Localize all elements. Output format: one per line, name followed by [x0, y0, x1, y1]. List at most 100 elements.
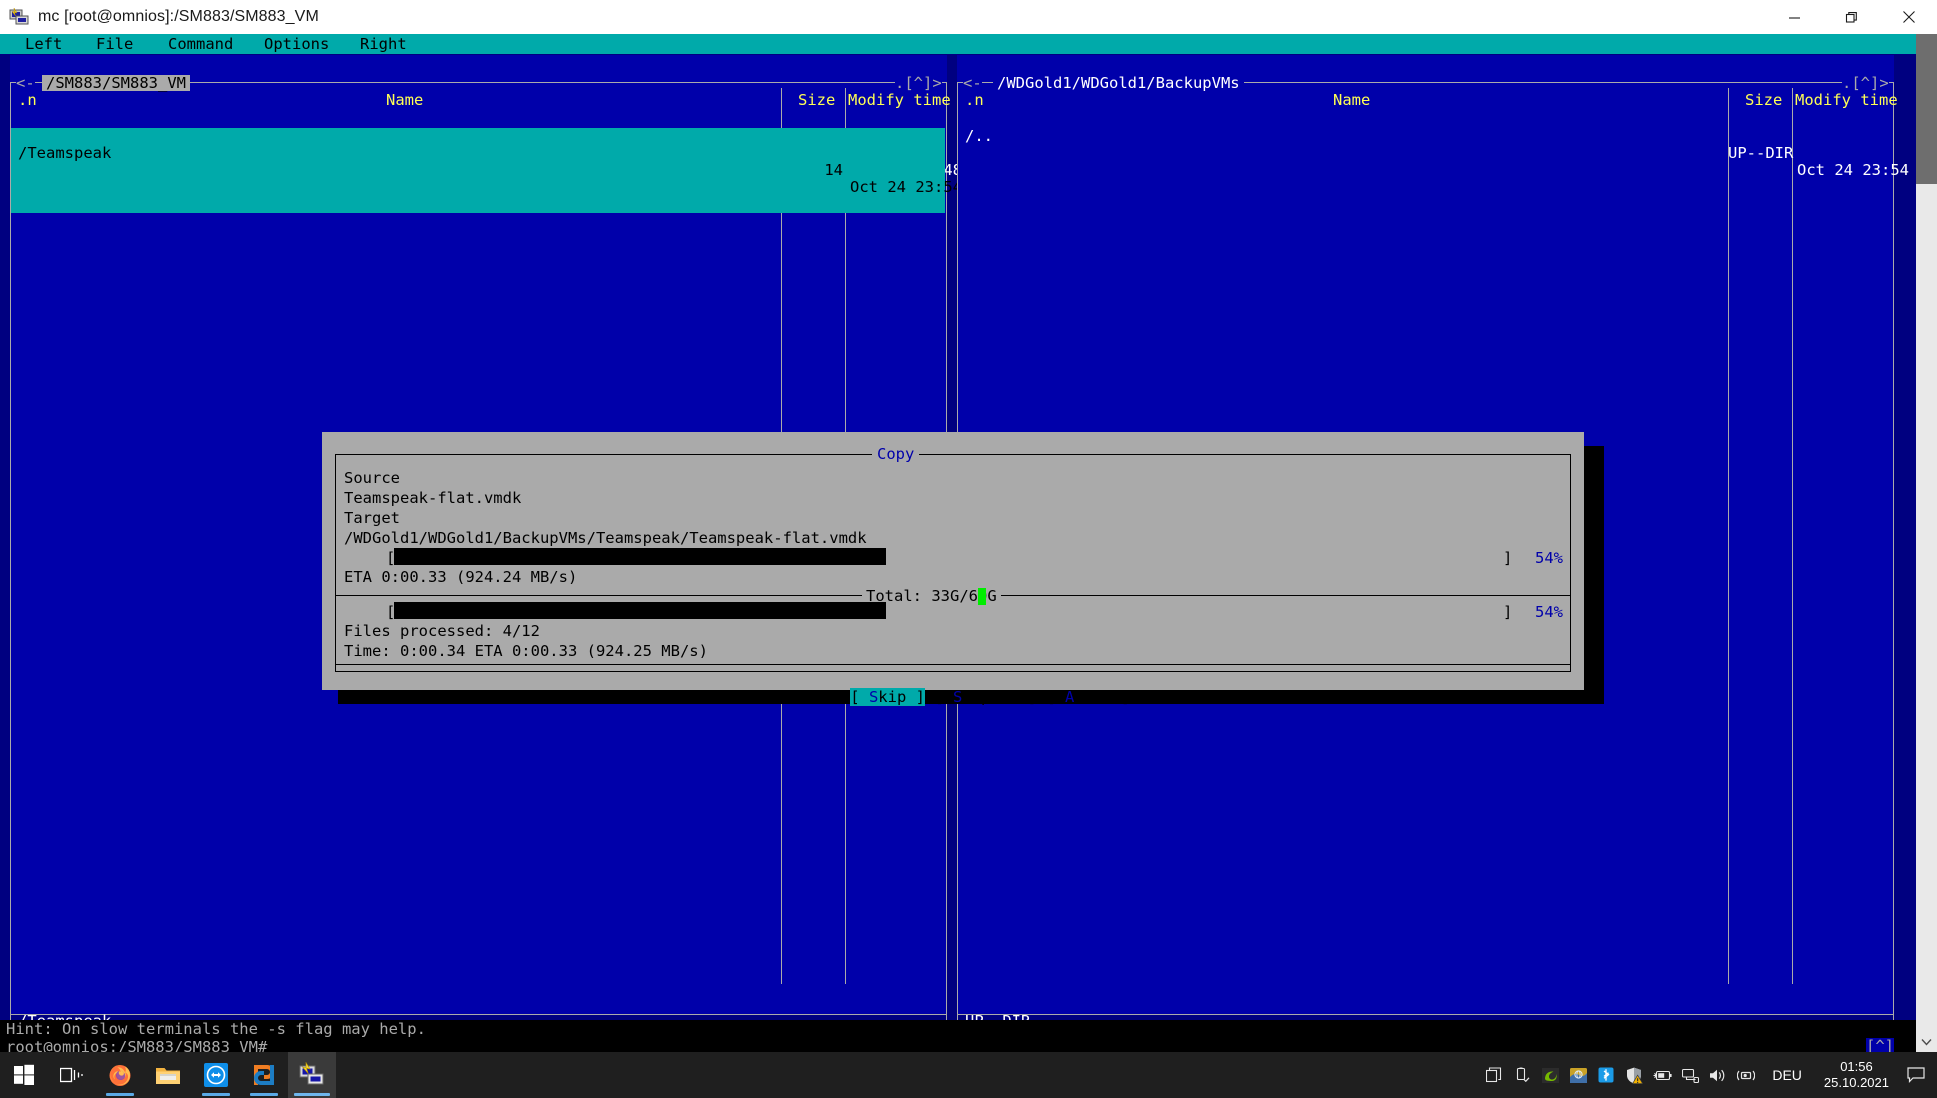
right-col-sort-char[interactable]: .n	[965, 92, 984, 108]
minimize-icon[interactable]	[1766, 0, 1823, 34]
suspend-open: [	[934, 688, 953, 706]
file-progress-fill	[394, 548, 886, 565]
right-panel-sort-indicator[interactable]: <-	[963, 75, 982, 91]
restore-icon[interactable]	[1823, 0, 1880, 34]
clock-date: 25.10.2021	[1823, 1075, 1889, 1090]
left-panel-border-bottom	[10, 1014, 947, 1015]
dialog-title: Copy	[872, 446, 920, 462]
menu-item-options[interactable]: Options	[264, 34, 329, 54]
right-sep-2	[1792, 88, 1793, 984]
menu-item-left[interactable]: Left	[25, 34, 62, 54]
volume-icon[interactable]	[1704, 1052, 1732, 1098]
dialog-button-row: [ Skip ] [ Suspend ] [ Abort ]	[322, 672, 1584, 723]
scrollbar-thumb[interactable]	[1916, 34, 1937, 184]
vmware-icon[interactable]	[240, 1052, 288, 1098]
terminal-black-strip	[0, 1038, 1916, 1052]
total-progress-fill	[394, 602, 886, 619]
network-app-icon[interactable]	[1564, 1052, 1592, 1098]
abort-close: ]	[1111, 688, 1131, 706]
skip-open: [	[850, 688, 869, 706]
right-panel-corner-widget[interactable]: .[^]>	[1842, 75, 1889, 91]
window-scrollbar[interactable]	[1916, 34, 1937, 1052]
putty-icon[interactable]	[288, 1052, 336, 1098]
copy-dialog[interactable]: Copy Source Teamspeak-flat.vmdk Target /…	[322, 432, 1584, 706]
source-label: Source	[344, 469, 400, 487]
mc-menubar: Left File Command Options Right	[0, 34, 1916, 54]
left-panel-sort-indicator[interactable]: <-	[16, 75, 35, 91]
left-panel-path[interactable]: /SM883/SM883_VM	[42, 75, 190, 91]
total-progress-marker	[978, 588, 986, 605]
right-col-size[interactable]: Size	[1745, 92, 1782, 108]
skip-rest: kip	[878, 688, 907, 706]
target-value: /WDGold1/WDGold1/BackupVMs/Teamspeak/Tea…	[344, 529, 867, 547]
right-col-mtime[interactable]: Modify time	[1795, 92, 1898, 108]
abort-rest: bort	[1074, 688, 1112, 706]
bluetooth-icon[interactable]	[1592, 1052, 1620, 1098]
windows-defender-warning-icon[interactable]	[1620, 1052, 1648, 1098]
suspend-close: ]	[1018, 688, 1037, 706]
terminal-corner-widget[interactable]: [^]	[1866, 1038, 1894, 1052]
show-hidden-icons-icon[interactable]	[1480, 1052, 1508, 1098]
action-center-icon[interactable]	[1899, 1052, 1933, 1098]
task-view-icon[interactable]	[48, 1052, 96, 1098]
menu-item-command[interactable]: Command	[168, 34, 233, 54]
window-title: mc [root@omnios]:/SM883/SM883_VM	[38, 8, 319, 25]
left-panel-border-left	[10, 82, 11, 1015]
putty-icon	[9, 7, 29, 27]
left-col-size[interactable]: Size	[798, 92, 835, 108]
power-battery-icon[interactable]	[1648, 1052, 1676, 1098]
source-value: Teamspeak-flat.vmdk	[344, 489, 522, 507]
close-icon[interactable]	[1880, 0, 1937, 34]
abort-hotkey: A	[1065, 688, 1075, 706]
total-progress-close-bracket: ]	[1503, 603, 1513, 621]
left-col-mtime[interactable]: Modify time	[848, 92, 951, 108]
file-mtime: Oct 24 23:54	[850, 178, 962, 196]
file-progress-close-bracket: ]	[1503, 549, 1513, 567]
shell-prompt[interactable]: root@omnios:/SM883/SM883_VM#	[6, 1039, 268, 1052]
mc-hint: Hint: On slow terminals the -s flag may …	[6, 1020, 426, 1038]
skip-hotkey: S	[868, 688, 879, 706]
left-col-name[interactable]: Name	[386, 92, 423, 108]
left-panel-corner-widget[interactable]: .[^]>	[895, 75, 942, 91]
skip-button[interactable]: [ Skip ]	[850, 688, 925, 706]
firefox-icon[interactable]	[96, 1052, 144, 1098]
suspend-rest: uspend	[962, 688, 1019, 706]
right-panel-path[interactable]: /WDGold1/WDGold1/BackupVMs	[993, 75, 1244, 91]
menu-item-right[interactable]: Right	[360, 34, 407, 54]
right-panel-border-right	[1893, 82, 1894, 1015]
table-row[interactable]: /.. UP--DIR Oct 24 23:54	[957, 111, 1909, 196]
windows-start-icon[interactable]	[0, 1052, 48, 1098]
teamviewer-icon[interactable]	[192, 1052, 240, 1098]
windows-taskbar: DEU 01:56 25.10.2021	[0, 1052, 1937, 1098]
target-label: Target	[344, 509, 400, 527]
total-progress-percent: 54%	[1535, 603, 1563, 621]
network-icon[interactable]	[1676, 1052, 1704, 1098]
button-divider	[336, 664, 1570, 665]
menu-item-file[interactable]: File	[96, 34, 133, 54]
file-progress-percent: 54%	[1535, 549, 1563, 567]
system-tray: DEU 01:56 25.10.2021	[1480, 1052, 1937, 1098]
right-sep-1	[1728, 88, 1729, 984]
file-name: /..	[965, 127, 993, 145]
window-titlebar[interactable]: mc [root@omnios]:/SM883/SM883_VM	[0, 0, 1937, 34]
screen: mc [root@omnios]:/SM883/SM883_VM Left Fi…	[0, 0, 1937, 1098]
table-row[interactable]: /Teamspeak 14 Oct 24 23:54	[11, 128, 962, 213]
window-controls	[1766, 0, 1937, 34]
language-indicator[interactable]: DEU	[1760, 1067, 1814, 1083]
suspend-hotkey: S	[952, 688, 963, 706]
abort-open: [	[1046, 688, 1066, 706]
usb-eject-icon[interactable]	[1508, 1052, 1536, 1098]
clock[interactable]: 01:56 25.10.2021	[1814, 1059, 1899, 1091]
scroll-down-arrow-icon[interactable]	[1916, 1032, 1937, 1052]
suspend-button[interactable]: [ Suspend ]	[934, 688, 1037, 706]
abort-button[interactable]: [ Abort ]	[1046, 688, 1130, 706]
left-col-sort-char[interactable]: .n	[18, 92, 37, 108]
nvidia-icon[interactable]	[1536, 1052, 1564, 1098]
webcam-icon[interactable]	[1732, 1052, 1760, 1098]
right-col-name[interactable]: Name	[1333, 92, 1370, 108]
file-mtime: Oct 24 23:54	[1797, 161, 1909, 179]
terminal-viewport: Left File Command Options Right <- /SM88…	[0, 34, 1916, 1052]
file-name: /Teamspeak	[18, 144, 112, 162]
file-explorer-icon[interactable]	[144, 1052, 192, 1098]
skip-close: ]	[906, 688, 925, 706]
